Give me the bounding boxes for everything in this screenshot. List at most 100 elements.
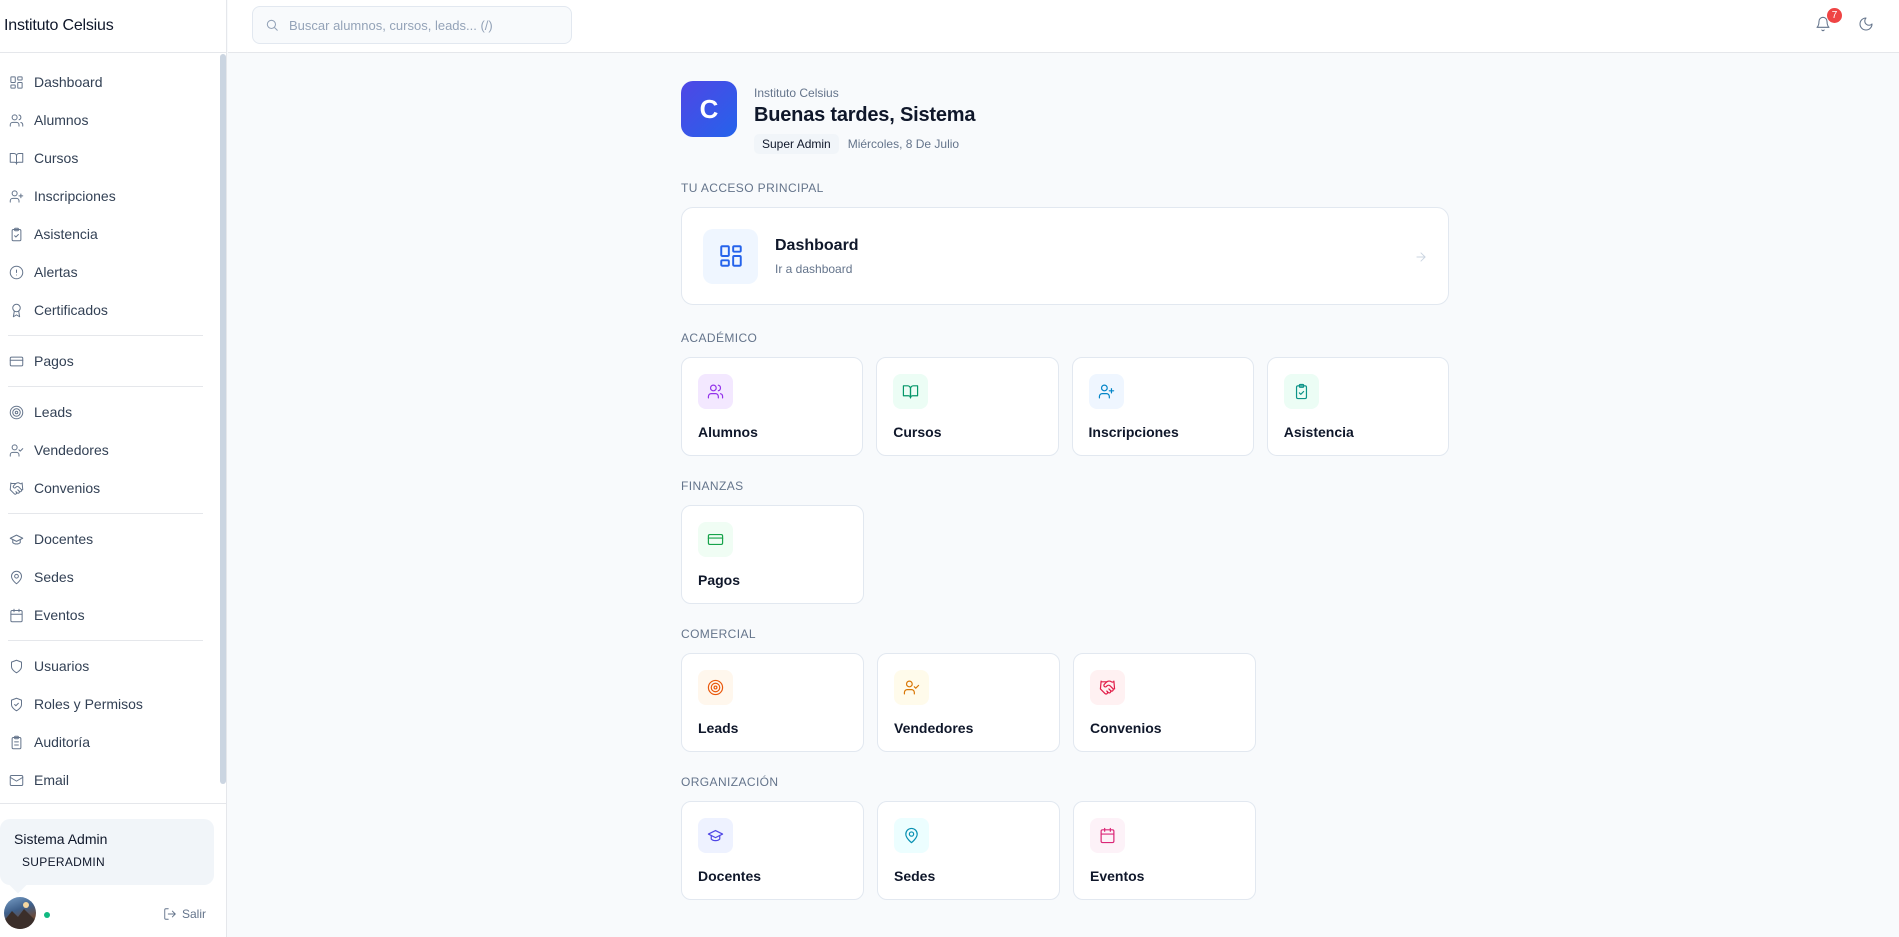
module-tile-label: Docentes [698,868,762,884]
role-badge: Super Admin [754,134,839,154]
primary-access-subtitle: Ir a dashboard [775,261,853,276]
module-tile-label: Vendedores [894,720,974,736]
moon-icon [1859,17,1873,31]
sidebar-item-alumnos[interactable]: Alumnos [0,101,215,139]
graduation-cap-icon [698,818,733,853]
credit-card-icon [8,353,24,369]
sidebar-item-dashboard[interactable]: Dashboard [0,63,215,101]
module-tile-sedes[interactable]: Sedes [877,801,1060,900]
dashboard-icon [8,74,24,90]
graduation-cap-icon [8,531,24,547]
primary-access-title: Dashboard [775,236,859,254]
sidebar-item-usuarios[interactable]: Usuarios [0,647,215,685]
arrow-right-icon [1414,250,1428,269]
sidebar-item-cursos[interactable]: Cursos [0,139,215,177]
section-title-organizacion: ORGANIZACIÓN [681,775,779,789]
online-status-dot [44,912,50,918]
current-date: Miércoles, 8 De Julio [847,137,960,151]
sidebar-item-label: Alertas [34,264,78,280]
sidebar-item-certificados[interactable]: Certificados [0,291,215,329]
sidebar-item-convenios[interactable]: Convenios [0,469,215,507]
shield-check-icon [8,696,24,712]
sidebar-item-label: Inscripciones [34,188,116,204]
primary-access-card[interactable]: Dashboard Ir a dashboard [681,207,1449,305]
sidebar-item-label: Email [34,772,70,788]
sidebar-item-leads[interactable]: Leads [0,393,215,431]
credit-card-icon [698,522,733,557]
module-tile-label: Alumnos [698,424,758,440]
sidebar-item-label: Pagos [34,353,74,369]
module-tile-docentes[interactable]: Docentes [681,801,864,900]
module-tile-cursos[interactable]: Cursos [876,357,1059,456]
section-grid-organizacion: Docentes Sedes Eventos [681,801,1449,900]
nav-divider [8,386,203,387]
user-plus-icon [8,188,24,204]
module-tile-asistencia[interactable]: Asistencia [1266,357,1449,456]
sidebar-item-roles-y-permisos[interactable]: Roles y Permisos [0,685,215,723]
section-title-finanzas: FINANZAS [681,479,744,493]
module-tile-inscripciones[interactable]: Inscripciones [1071,357,1254,456]
sidebar-item-label: Sedes [34,569,74,585]
module-tile-convenios[interactable]: Convenios [1073,653,1256,752]
module-tile-pagos[interactable]: Pagos [681,505,864,604]
sidebar-item-label: Cursos [34,150,79,166]
target-icon [698,670,733,705]
module-tile-vendedores[interactable]: Vendedores [877,653,1060,752]
module-tile-eventos[interactable]: Eventos [1073,801,1256,900]
dashboard-icon [703,228,758,284]
sidebar-item-sedes[interactable]: Sedes [0,558,215,596]
avatar[interactable] [4,897,36,929]
alert-circle-icon [8,264,24,280]
theme-toggle-button[interactable] [1858,16,1876,34]
sidebar-item-label: Leads [34,404,73,420]
org-name: Instituto Celsius [754,86,839,100]
module-tile-leads[interactable]: Leads [681,653,864,752]
sidebar-item-label: Eventos [34,607,85,623]
book-icon [8,150,24,166]
user-card: Sistema Admin SUPERADMIN [0,819,214,885]
user-name: Sistema Admin [14,831,108,847]
sidebar-item-vendedores[interactable]: Vendedores [0,431,215,469]
award-icon [8,302,24,318]
module-tile-label: Inscripciones [1088,424,1179,440]
sidebar-item-docentes[interactable]: Docentes [0,520,215,558]
sidebar-item-label: Docentes [34,531,94,547]
sidebar-nav: Dashboard Alumnos Cursos Inscripciones Asist… [0,63,215,799]
search-input[interactable] [289,17,559,33]
sidebar-item-pagos[interactable]: Pagos [0,342,215,380]
notification-count-badge: 7 [1827,8,1842,23]
sidebar-item-label: Vendedores [34,442,109,458]
sidebar-scrollbar[interactable] [220,54,226,784]
section-grid-comercial: Leads Vendedores Convenios [681,653,1449,752]
module-tile-label: Cursos [893,424,942,440]
map-pin-icon [8,569,24,585]
sidebar-item-alertas[interactable]: Alertas [0,253,215,291]
sidebar: Instituto Celsius Dashboard Alumnos Cursos… [0,0,227,937]
users-icon [8,112,24,128]
sidebar-item-label: Certificados [34,302,108,318]
nav-divider [8,335,203,336]
sidebar-item-label: Dashboard [34,74,103,90]
sidebar-item-auditoria[interactable]: Auditoría [0,723,215,761]
main-content: C Instituto Celsius Buenas tardes, Siste… [681,81,1449,900]
sidebar-item-inscripciones[interactable]: Inscripciones [0,177,215,215]
logout-icon [164,908,176,920]
sidebar-item-label: Usuarios [34,658,90,674]
module-tile-label: Convenios [1090,720,1162,736]
sidebar-item-asistencia[interactable]: Asistencia [0,215,215,253]
clipboard-check-icon [8,226,24,242]
clipboard-list-icon [8,734,24,750]
module-tile-label: Sedes [894,868,936,884]
sidebar-item-label: Convenios [34,480,101,496]
sidebar-item-label: Asistencia [34,226,98,242]
logout-label: Salir [182,907,207,921]
logout-button[interactable]: Salir [163,907,206,921]
nav-divider [8,640,203,641]
nav-divider [8,513,203,514]
sidebar-item-eventos[interactable]: Eventos [0,596,215,634]
welcome-header: C Instituto Celsius Buenas tardes, Siste… [681,81,1449,154]
handshake-icon [8,480,24,496]
module-tile-alumnos[interactable]: Alumnos [681,357,864,456]
sidebar-item-email[interactable]: Email [0,761,215,799]
search-box[interactable] [252,6,572,44]
